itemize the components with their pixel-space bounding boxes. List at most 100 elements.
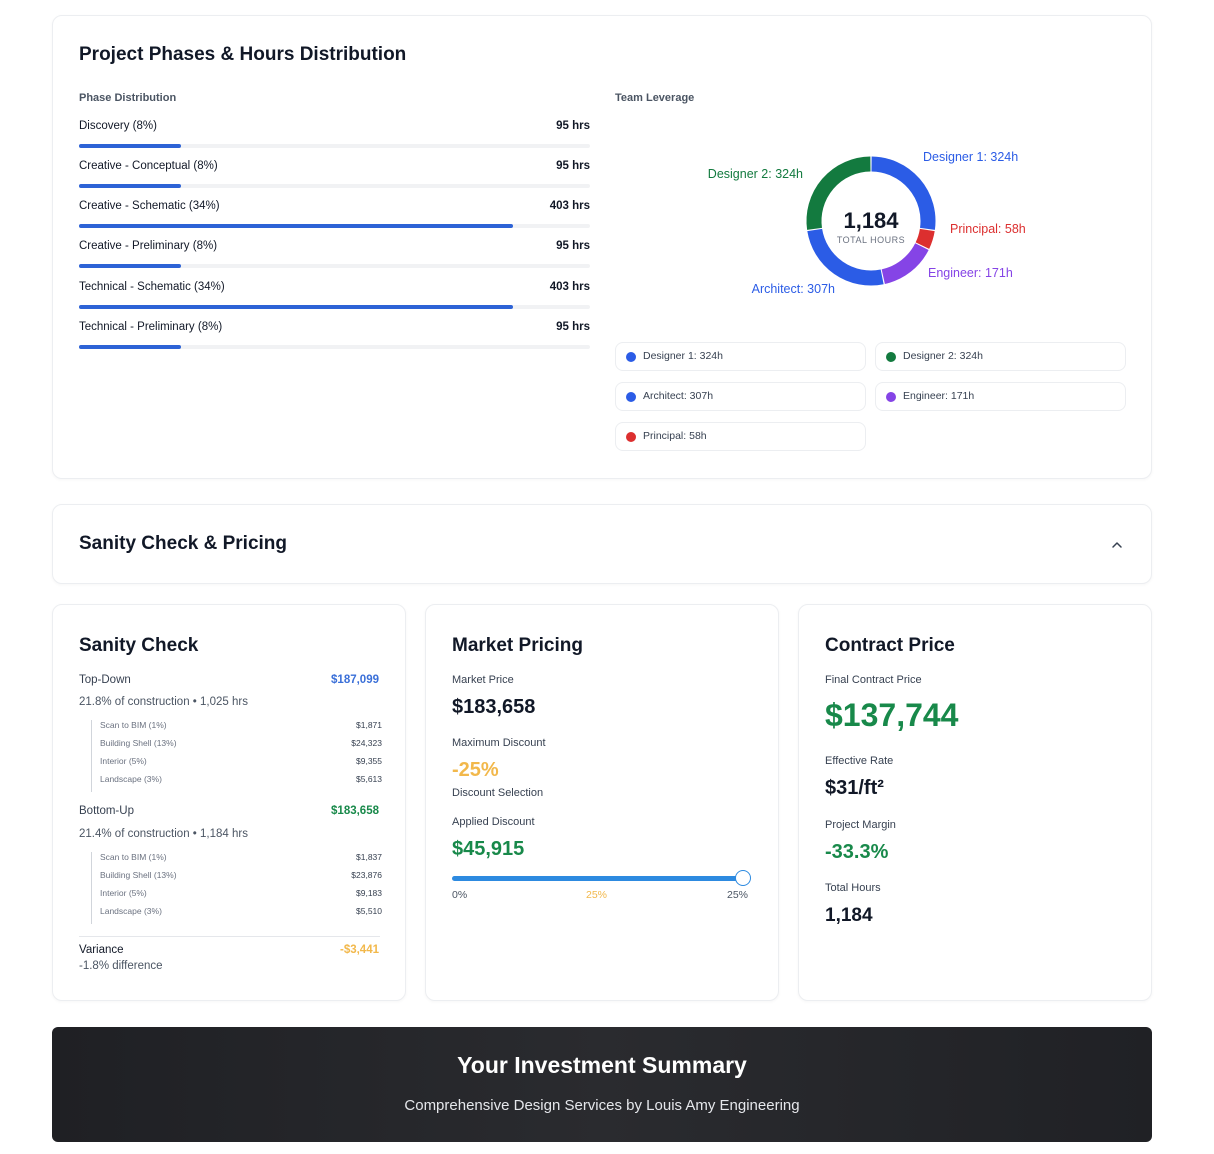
phase-name: Technical - Preliminary (8%) xyxy=(79,321,223,333)
legend-dot xyxy=(886,392,896,402)
top-down-breakdown: Scan to BIM (1%) $1,871 Building Shell (13… xyxy=(91,720,382,792)
phase-progress-fill xyxy=(79,224,514,228)
bottom-up-label: Bottom-Up xyxy=(79,805,134,817)
phase-hours: 95 hrs xyxy=(556,120,590,132)
donut-center-value: 1,184 xyxy=(843,208,899,233)
phases-card-title: Project Phases & Hours Distribution xyxy=(79,44,407,65)
phase-name: Discovery (8%) xyxy=(79,120,157,132)
phase-row: Technical - Preliminary (8%) 95 hrs xyxy=(79,321,590,361)
project-margin-value: -33.3% xyxy=(825,841,889,863)
sanity-check-card: Sanity Check Top-Down $187,099 21.8% of … xyxy=(52,604,406,1001)
donut-slice-label: Architect: 307h xyxy=(752,282,835,296)
variance-label: Variance xyxy=(79,944,124,956)
applied-discount-value: $45,915 xyxy=(452,838,525,860)
summary-subtitle: Comprehensive Design Services by Louis A… xyxy=(404,1097,800,1114)
breakdown-value: $23,876 xyxy=(351,870,382,880)
breakdown-label: Building Shell (13%) xyxy=(100,870,177,880)
phase-name: Creative - Preliminary (8%) xyxy=(79,240,218,252)
top-down-label: Top-Down xyxy=(79,674,131,686)
market-pricing-title: Market Pricing xyxy=(452,635,583,656)
sanity-pricing-header[interactable]: Sanity Check & Pricing xyxy=(52,504,1152,584)
applied-discount-label: Applied Discount xyxy=(452,816,535,828)
donut-slice-label: Designer 2: 324h xyxy=(708,167,803,181)
breakdown-value: $9,355 xyxy=(356,756,382,766)
legend-item: Designer 2: 324h xyxy=(875,342,1126,371)
phase-row: Creative - Schematic (34%) 403 hrs xyxy=(79,200,590,240)
phase-progress-track xyxy=(79,305,590,309)
discount-slider-track[interactable] xyxy=(452,876,744,881)
legend-dot xyxy=(886,352,896,362)
variance-value: -$3,441 xyxy=(339,944,379,956)
bottom-up-value: $183,658 xyxy=(331,805,379,817)
legend-dot xyxy=(626,392,636,402)
legend-label: Designer 1: 324h xyxy=(643,350,723,362)
breakdown-row: Interior (5%) $9,355 xyxy=(100,756,382,770)
breakdown-row: Building Shell (13%) $24,323 xyxy=(100,738,382,752)
legend-item: Principal: 58h xyxy=(615,422,866,451)
phase-progress-track xyxy=(79,184,590,188)
legend-dot xyxy=(626,352,636,362)
phase-name: Creative - Schematic (34%) xyxy=(79,200,220,212)
team-leverage-chart: Designer 1: 324h Principal: 58h Engineer: … xyxy=(615,116,1127,336)
project-margin-label: Project Margin xyxy=(825,819,896,831)
divider xyxy=(79,936,380,937)
breakdown-label: Landscape (3%) xyxy=(100,774,162,784)
phase-row: Creative - Conceptual (8%) 95 hrs xyxy=(79,160,590,200)
final-contract-value: $137,744 xyxy=(825,697,959,733)
breakdown-label: Landscape (3%) xyxy=(100,906,162,916)
breakdown-label: Interior (5%) xyxy=(100,888,147,898)
phase-hours: 95 hrs xyxy=(556,240,590,252)
breakdown-row: Interior (5%) $9,183 xyxy=(100,888,382,902)
breakdown-value: $24,323 xyxy=(351,738,382,748)
legend-item: Architect: 307h xyxy=(615,382,866,411)
phase-progress-track xyxy=(79,345,590,349)
summary-title: Your Investment Summary xyxy=(457,1052,747,1078)
bottom-up-breakdown: Scan to BIM (1%) $1,837 Building Shell (13… xyxy=(91,852,382,924)
phase-hours: 95 hrs xyxy=(556,160,590,172)
sanity-pricing-title: Sanity Check & Pricing xyxy=(79,533,288,554)
investment-summary-banner: Your Investment Summary Comprehensive De… xyxy=(52,1027,1152,1142)
breakdown-label: Scan to BIM (1%) xyxy=(100,852,167,862)
breakdown-value: $1,871 xyxy=(356,720,382,730)
chevron-up-icon[interactable] xyxy=(1107,535,1127,555)
breakdown-label: Building Shell (13%) xyxy=(100,738,177,748)
discount-slider-thumb[interactable] xyxy=(735,870,751,886)
breakdown-label: Scan to BIM (1%) xyxy=(100,720,167,730)
legend-dot xyxy=(626,432,636,442)
market-pricing-card: Market Pricing Market Price $183,658 Max… xyxy=(425,604,779,1001)
donut-slice-label: Designer 1: 324h xyxy=(923,150,1018,164)
contract-price-title: Contract Price xyxy=(825,635,955,656)
total-hours-label: Total Hours xyxy=(825,882,881,894)
team-leverage-label: Team Leverage xyxy=(615,92,695,104)
breakdown-row: Landscape (3%) $5,613 xyxy=(100,774,382,788)
donut-slice-principal xyxy=(915,228,935,249)
phase-progress-fill xyxy=(79,305,514,309)
phase-progress-track xyxy=(79,144,590,148)
variance-sub: -1.8% difference xyxy=(79,960,163,972)
phase-progress-fill xyxy=(79,144,182,148)
breakdown-row: Scan to BIM (1%) $1,837 xyxy=(100,852,382,866)
phase-row: Creative - Preliminary (8%) 95 hrs xyxy=(79,240,590,280)
phase-progress-track xyxy=(79,264,590,268)
market-price-value: $183,658 xyxy=(452,696,536,718)
discount-selection-label: Discount Selection xyxy=(452,787,544,799)
max-discount-label: Maximum Discount xyxy=(452,737,546,749)
donut-slice-label: Principal: 58h xyxy=(950,222,1026,236)
legend-item: Engineer: 171h xyxy=(875,382,1126,411)
slider-min-label: 0% xyxy=(452,889,468,901)
phase-name: Technical - Schematic (34%) xyxy=(79,281,225,293)
phase-distribution-label: Phase Distribution xyxy=(79,92,177,104)
breakdown-row: Scan to BIM (1%) $1,871 xyxy=(100,720,382,734)
legend-label: Designer 2: 324h xyxy=(903,350,983,362)
phase-progress-track xyxy=(79,224,590,228)
donut-center-label: TOTAL HOURS xyxy=(837,235,905,245)
breakdown-row: Building Shell (13%) $23,876 xyxy=(100,870,382,884)
phase-row: Technical - Schematic (34%) 403 hrs xyxy=(79,281,590,321)
phase-hours: 403 hrs xyxy=(549,200,590,212)
breakdown-value: $5,613 xyxy=(356,774,382,784)
top-down-sub: 21.8% of construction • 1,025 hrs xyxy=(79,696,248,708)
donut-chart: Designer 1: 324h Principal: 58h Engineer: … xyxy=(708,150,1026,296)
breakdown-value: $1,837 xyxy=(356,852,382,862)
donut-slice-label: Engineer: 171h xyxy=(928,266,1013,280)
phase-hours: 403 hrs xyxy=(549,281,590,293)
